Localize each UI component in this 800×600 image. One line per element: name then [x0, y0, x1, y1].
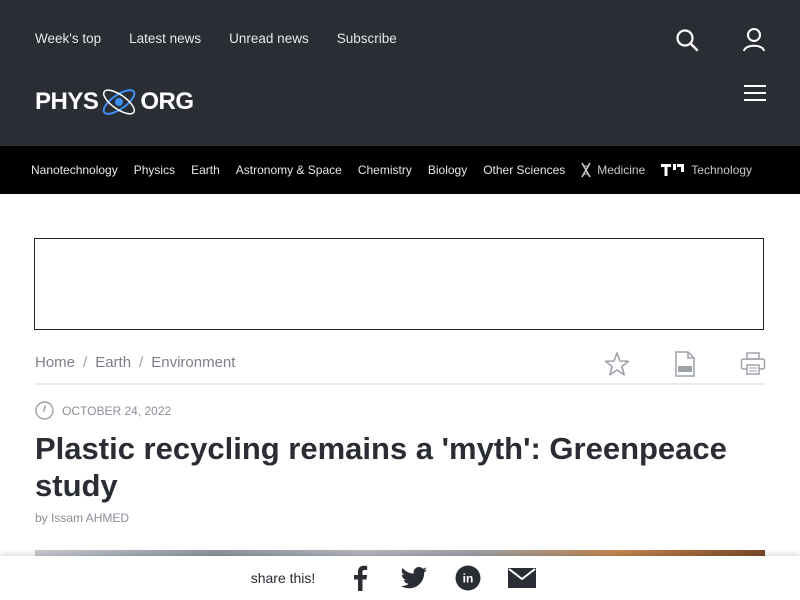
- breadcrumb-environment[interactable]: Environment: [151, 354, 235, 371]
- category-technology[interactable]: Technology: [661, 163, 752, 177]
- share-bar: share this! in: [0, 556, 800, 600]
- category-physics[interactable]: Physics: [134, 163, 175, 177]
- category-nanotechnology[interactable]: Nanotechnology: [31, 163, 118, 177]
- breadcrumb-home[interactable]: Home: [35, 354, 75, 371]
- category-medicine-label: Medicine: [597, 163, 646, 177]
- site-header: Week's top Latest news Unread news Subsc…: [0, 0, 800, 146]
- search-icon[interactable]: [675, 28, 699, 57]
- category-medicine[interactable]: Medicine: [581, 162, 645, 178]
- article-dateline: OCTOBER 24, 2022: [35, 401, 171, 420]
- user-icon[interactable]: [742, 27, 766, 58]
- site-logo[interactable]: PHYS ORG: [35, 80, 194, 124]
- divider: [35, 383, 765, 385]
- facebook-share-icon[interactable]: [343, 561, 377, 595]
- nav-subscribe[interactable]: Subscribe: [337, 31, 397, 46]
- svg-text:in: in: [463, 572, 474, 586]
- twitter-share-icon[interactable]: [397, 561, 431, 595]
- nav-latest-news[interactable]: Latest news: [129, 31, 201, 46]
- menu-icon[interactable]: [744, 85, 766, 106]
- ad-slot: [34, 238, 764, 330]
- dna-icon: [581, 162, 591, 178]
- share-label: share this!: [250, 570, 316, 586]
- breadcrumb-separator: /: [139, 354, 144, 371]
- email-share-icon[interactable]: [505, 561, 539, 595]
- category-earth[interactable]: Earth: [191, 163, 220, 177]
- article-byline: by Issam AHMED: [35, 511, 130, 525]
- logo-text-left: PHYS: [35, 88, 99, 115]
- logo-text-right: ORG: [140, 88, 194, 115]
- breadcrumb-separator: /: [83, 354, 88, 371]
- category-other-sciences[interactable]: Other Sciences: [483, 163, 565, 177]
- category-biology[interactable]: Biology: [428, 163, 467, 177]
- atom-logo-icon: [103, 89, 136, 115]
- category-chemistry[interactable]: Chemistry: [358, 163, 412, 177]
- breadcrumb: Home / Earth / Environment: [35, 354, 235, 371]
- linkedin-share-icon[interactable]: in: [451, 561, 485, 595]
- category-astronomy-space[interactable]: Astronomy & Space: [236, 163, 342, 177]
- nav-weeks-top[interactable]: Week's top: [35, 31, 101, 46]
- top-nav: Week's top Latest news Unread news Subsc…: [35, 31, 397, 46]
- breadcrumb-earth[interactable]: Earth: [95, 354, 131, 371]
- clock-icon: [35, 401, 54, 420]
- tx-logo-icon: [661, 164, 685, 176]
- print-icon[interactable]: [740, 352, 766, 381]
- bookmark-star-icon[interactable]: [604, 351, 630, 382]
- category-technology-label: Technology: [691, 163, 752, 177]
- article-title: Plastic recycling remains a 'myth': Gree…: [35, 431, 727, 503]
- pdf-icon[interactable]: [674, 351, 696, 382]
- article-date: OCTOBER 24, 2022: [62, 403, 172, 418]
- category-nav: Nanotechnology Physics Earth Astronomy &…: [0, 146, 800, 194]
- nav-unread-news[interactable]: Unread news: [229, 31, 309, 46]
